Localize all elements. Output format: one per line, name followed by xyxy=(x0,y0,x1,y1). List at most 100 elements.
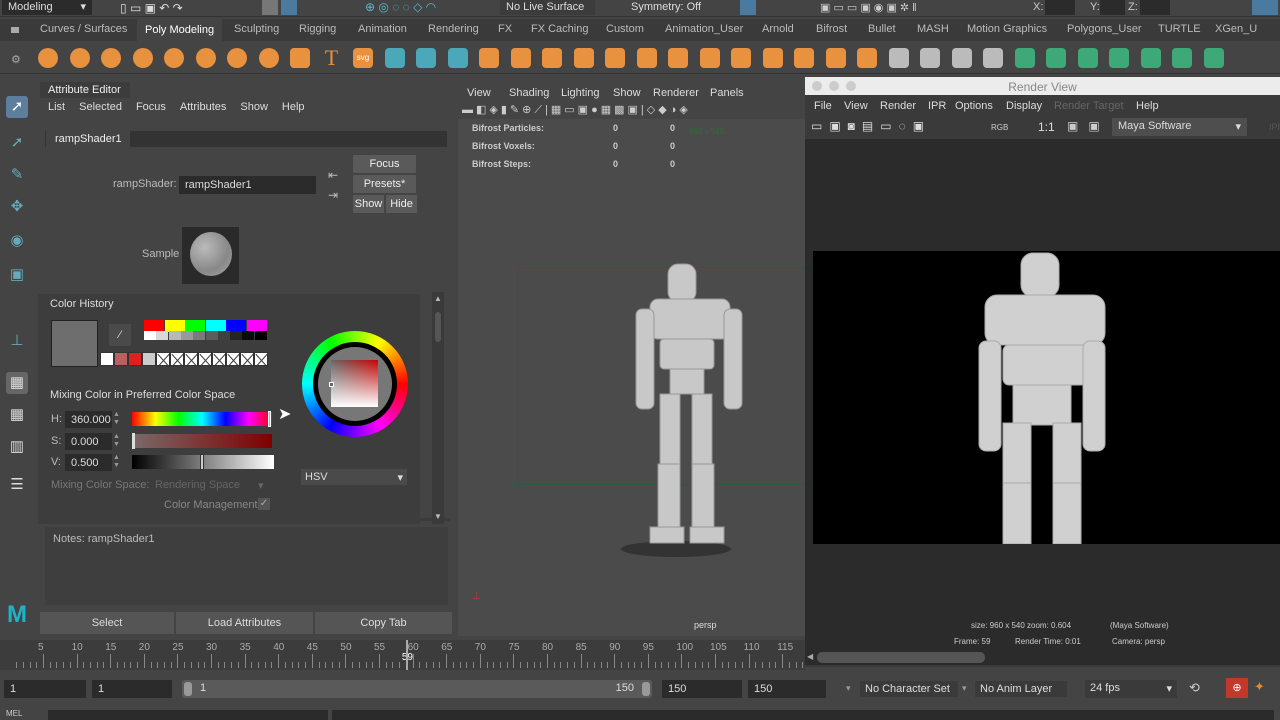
v-stepper[interactable]: ▲ ▼ xyxy=(113,454,120,470)
focus-button[interactable]: Focus xyxy=(353,155,416,173)
anim-layer-dropdown[interactable]: No Anim Layer xyxy=(975,681,1067,697)
x-field[interactable] xyxy=(1045,0,1075,15)
shelf-tab-bifrost[interactable]: Bifrost xyxy=(816,23,847,35)
recent-color-swatch[interactable] xyxy=(128,352,142,366)
mirror-icon[interactable] xyxy=(573,48,594,68)
select-mode-icon[interactable] xyxy=(262,0,278,15)
shelf-tab-fx[interactable]: FX xyxy=(498,23,512,35)
select-button[interactable]: Select xyxy=(40,612,174,634)
real-size-button[interactable]: 1:1 xyxy=(1038,120,1055,134)
svg-icon[interactable]: svg xyxy=(353,48,373,68)
command-input[interactable] xyxy=(48,710,328,720)
mixing-space-dropdown[interactable]: Rendering Space xyxy=(155,479,240,491)
empty-color-slot[interactable] xyxy=(212,352,226,366)
render-view-toolbar-icons[interactable]: ▭▣◙▤▭◌▣ xyxy=(811,119,931,133)
rv-menu-file[interactable]: File xyxy=(814,100,832,112)
palette-gray-swatch[interactable] xyxy=(144,331,156,340)
menu-attributes[interactable]: Attributes xyxy=(180,101,226,113)
rgb-channel-button[interactable]: RGB xyxy=(991,123,1008,132)
shelf-tab-animation[interactable]: Animation xyxy=(358,23,407,35)
bridge-icon[interactable] xyxy=(668,48,688,68)
lasso-tool-icon[interactable]: ➚ xyxy=(6,132,28,154)
shelf-tab-mash[interactable]: MASH xyxy=(917,23,949,35)
move-tool-icon[interactable]: ✥ xyxy=(6,196,28,218)
auto-key-icon[interactable]: ⊕ xyxy=(1226,678,1248,698)
poly-cube-icon[interactable] xyxy=(69,48,90,68)
render-icons[interactable]: ▣ ▭ ▭ ▣ ◉ ▣ ✲ ‖ xyxy=(820,1,917,14)
viewport-menu-renderer[interactable]: Renderer xyxy=(653,87,699,99)
current-color-swatch[interactable] xyxy=(51,320,98,367)
empty-color-slot[interactable] xyxy=(184,352,198,366)
super-shape-icon[interactable] xyxy=(290,48,310,68)
shelf-tab-polygons-user[interactable]: Polygons_User xyxy=(1067,23,1142,35)
shelf-tab-fx-caching[interactable]: FX Caching xyxy=(531,23,588,35)
select-tool-icon[interactable]: ➚ xyxy=(6,96,28,118)
empty-color-slot[interactable] xyxy=(156,352,170,366)
h-slider[interactable] xyxy=(132,411,272,427)
viewport-menu-shading[interactable]: Shading xyxy=(509,87,549,99)
shelf-tab-arnold[interactable]: Arnold xyxy=(762,23,794,35)
character-set-dropdown[interactable]: No Character Set xyxy=(860,681,958,697)
s-slider-thumb[interactable] xyxy=(132,433,135,449)
scene-end-field[interactable]: 150 xyxy=(748,680,826,698)
poly-disc-icon[interactable] xyxy=(227,48,247,68)
shelf-tab-curves-surfaces[interactable]: Curves / Surfaces xyxy=(40,23,127,35)
uv-auto-icon[interactable] xyxy=(1109,48,1129,68)
separate-icon[interactable] xyxy=(510,48,531,68)
outliner-icon[interactable]: ☰ xyxy=(6,474,28,496)
poly-plane-icon[interactable] xyxy=(195,48,216,68)
uv-cylindrical-icon[interactable] xyxy=(1046,48,1066,68)
palette-gray-swatch[interactable] xyxy=(180,331,193,340)
empty-color-slot[interactable] xyxy=(170,352,184,366)
palette-gray-swatch[interactable] xyxy=(156,331,169,340)
empty-color-slot[interactable] xyxy=(198,352,212,366)
h-stepper[interactable]: ▲ ▼ xyxy=(113,411,120,427)
shelf-tab-motion-graphics[interactable]: Motion Graphics xyxy=(967,23,1047,35)
rv-menu-help[interactable]: Help xyxy=(1136,100,1159,112)
paint-select-icon[interactable]: ✎ xyxy=(6,164,28,186)
menu-focus[interactable]: Focus xyxy=(136,101,166,113)
empty-color-slot[interactable] xyxy=(240,352,254,366)
shelf-tab-animation-user[interactable]: Animation_User xyxy=(665,23,743,35)
platonic-solid-icon[interactable] xyxy=(258,48,279,68)
rv-menu-display[interactable]: Display xyxy=(1006,100,1042,112)
color-mode-dropdown[interactable]: HSV ▾ xyxy=(301,469,407,485)
palette-gray-swatch[interactable] xyxy=(242,331,255,340)
file-icons[interactable]: ▯ ▭ ▣ ↶ ↷ xyxy=(120,1,183,15)
node-name-input[interactable]: rampShader1 xyxy=(179,176,316,194)
empty-color-slot[interactable] xyxy=(226,352,240,366)
uv-layout-icon[interactable] xyxy=(1203,48,1224,68)
scrollbar-thumb[interactable] xyxy=(817,652,985,663)
layout-single-icon[interactable]: ▦ xyxy=(6,372,28,394)
hue-wheel[interactable] xyxy=(302,331,408,437)
ipr-button[interactable]: IPR xyxy=(1269,122,1280,132)
delete-history-icon[interactable] xyxy=(416,48,436,68)
range-end-handle[interactable] xyxy=(642,682,650,696)
type-icon[interactable]: T xyxy=(322,47,342,69)
viewport-toolbar[interactable]: ▬◧◈▮✎⊕⟋|▦▭▣●▦▩▣|◇◆◑◈ xyxy=(462,103,808,119)
snapshot-icons[interactable]: ▣▣ xyxy=(1067,119,1110,133)
palette-gray-swatch[interactable] xyxy=(217,331,230,340)
bevel-icon[interactable] xyxy=(699,48,720,68)
current-frame-marker[interactable] xyxy=(405,640,408,670)
time-slider[interactable]: 59 5101520253035404550556065707580859095… xyxy=(0,640,805,670)
v-slider[interactable] xyxy=(132,454,274,470)
layout-two-icon[interactable]: ▥ xyxy=(6,436,28,458)
viewport-menu-show[interactable]: Show xyxy=(613,87,641,99)
select-component-icon[interactable] xyxy=(281,0,297,15)
notes-area[interactable]: Notes: rampShader1 xyxy=(45,527,448,605)
uv-unfold-icon[interactable] xyxy=(1140,48,1161,68)
range-slider[interactable]: 1 150 xyxy=(182,680,652,698)
presets-button[interactable]: Presets* xyxy=(353,175,416,193)
range-start-handle[interactable] xyxy=(184,682,192,696)
viewport-menu-panels[interactable]: Panels xyxy=(710,87,744,99)
construction-history-icon[interactable] xyxy=(740,0,756,15)
menu-list[interactable]: List xyxy=(48,101,65,113)
viewport-menu-view[interactable]: View xyxy=(467,87,491,99)
last-tool-icon[interactable]: ⊥ xyxy=(6,330,28,352)
v-slider-thumb[interactable] xyxy=(200,454,204,470)
rv-menu-render[interactable]: Render xyxy=(880,100,916,112)
scale-tool-icon[interactable]: ▣ xyxy=(6,264,28,286)
poly-torus-icon[interactable] xyxy=(164,48,184,68)
rv-menu-ipr[interactable]: IPR xyxy=(928,100,946,112)
